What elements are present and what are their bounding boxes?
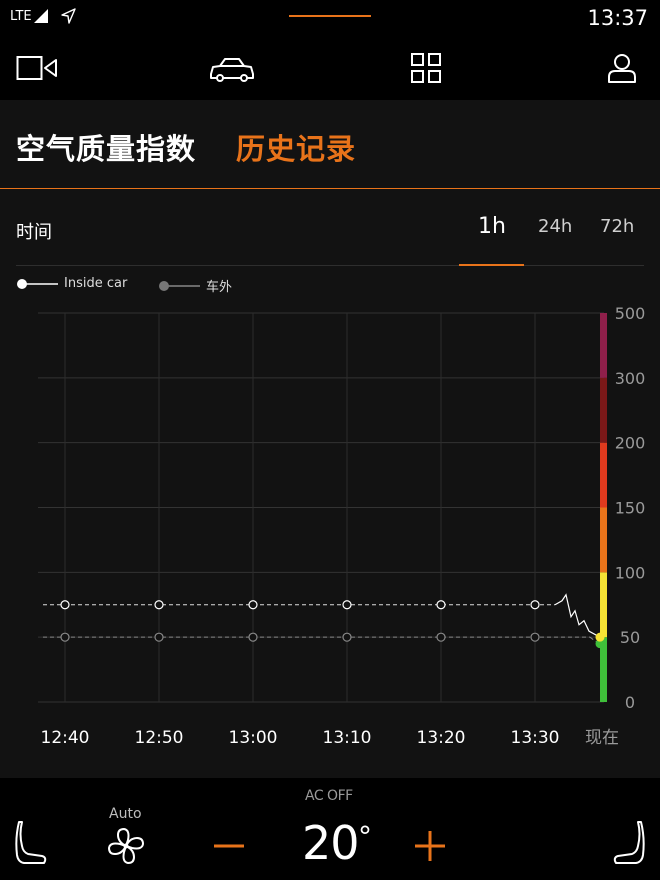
y-tick-label: 100 bbox=[615, 563, 646, 582]
y-tick-label: 0 bbox=[625, 693, 635, 712]
temp-decrease-button[interactable] bbox=[213, 826, 245, 866]
outside-series-point bbox=[154, 632, 164, 642]
fan-button[interactable] bbox=[106, 826, 146, 870]
header-tabs: 空气质量指数 历史记录 bbox=[0, 100, 660, 189]
climate-bar: Auto AC OFF 20 ° bbox=[0, 778, 660, 880]
ac-status[interactable]: AC OFF bbox=[305, 788, 353, 804]
temp-increase-button[interactable] bbox=[414, 826, 446, 866]
x-tick-label: 13:30 bbox=[511, 728, 560, 748]
driver-seat-heat-button[interactable] bbox=[14, 818, 48, 870]
fan-icon bbox=[108, 828, 144, 864]
status-clock: 13:37 bbox=[587, 6, 648, 30]
x-tick-label: 13:10 bbox=[323, 728, 372, 748]
y-tick-label: 200 bbox=[615, 434, 646, 453]
seat-heat-icon bbox=[613, 821, 645, 864]
range-selected-indicator bbox=[459, 264, 524, 266]
inside-series-tail bbox=[554, 593, 601, 638]
legend-inside-label: Inside car bbox=[64, 276, 128, 291]
outside-series-point bbox=[248, 632, 258, 642]
inside-series-point bbox=[342, 600, 352, 610]
camera-button[interactable] bbox=[16, 50, 60, 86]
car-button[interactable] bbox=[208, 50, 256, 86]
status-bar: LTE 13:37 bbox=[0, 0, 660, 36]
aqi-scale-band bbox=[600, 507, 607, 573]
apps-button[interactable] bbox=[410, 50, 442, 86]
temperature-unit: ° bbox=[358, 820, 372, 853]
passenger-seat-heat-button[interactable] bbox=[612, 818, 646, 870]
fan-mode-label: Auto bbox=[109, 806, 142, 822]
inside-series-point-current bbox=[595, 632, 605, 642]
x-tick-label: 13:20 bbox=[417, 728, 466, 748]
tab-history[interactable]: 历史记录 bbox=[236, 126, 356, 168]
aqi-scale-band bbox=[600, 572, 607, 638]
range-72h-button[interactable]: 72h bbox=[600, 216, 634, 237]
y-tick-label: 300 bbox=[615, 369, 646, 388]
y-tick-label: 50 bbox=[620, 628, 640, 647]
top-nav bbox=[0, 36, 660, 100]
x-tick-label: 12:40 bbox=[41, 728, 90, 748]
profile-button[interactable] bbox=[606, 50, 638, 86]
legend-outside-marker bbox=[159, 280, 200, 291]
temperature-value: 20 bbox=[302, 816, 360, 870]
outside-series-point bbox=[60, 632, 70, 642]
content-panel: 空气质量指数 历史记录 时间 1h 24h 72h Inside car 车外 … bbox=[0, 100, 660, 778]
seat-heat-icon bbox=[15, 821, 47, 864]
aqi-history-chart: 0 50 100 150 200 300 500 12:40 12:50 13:00 13:10 13… bbox=[38, 304, 646, 748]
aqi-scale-band bbox=[600, 377, 607, 443]
outside-series-point bbox=[530, 632, 540, 642]
drag-handle[interactable] bbox=[289, 15, 371, 17]
network-type: LTE bbox=[10, 9, 32, 24]
inside-series-point bbox=[60, 600, 70, 610]
x-tick-label: 现在 bbox=[585, 728, 619, 748]
inside-series-point bbox=[530, 600, 540, 610]
inside-series-point bbox=[248, 600, 258, 610]
camera-icon bbox=[16, 56, 57, 80]
inside-series-point bbox=[154, 600, 164, 610]
legend-inside: Inside car bbox=[16, 276, 127, 291]
x-tick-label: 12:50 bbox=[135, 728, 184, 748]
aqi-scale-band bbox=[600, 442, 607, 508]
y-tick-label: 500 bbox=[615, 304, 646, 323]
range-1h-button[interactable]: 1h bbox=[478, 214, 506, 239]
range-24h-button[interactable]: 24h bbox=[538, 216, 572, 237]
legend-outside-label: 车外 bbox=[206, 280, 233, 295]
signal-icon bbox=[34, 9, 48, 23]
outside-series-point bbox=[342, 632, 352, 642]
profile-icon bbox=[608, 54, 636, 83]
location-arrow-icon bbox=[61, 8, 76, 24]
tab-aqi[interactable]: 空气质量指数 bbox=[16, 126, 196, 168]
legend-inside-marker bbox=[17, 278, 58, 289]
inside-series-point bbox=[436, 600, 446, 610]
outside-series-point bbox=[436, 632, 446, 642]
aqi-scale-band bbox=[600, 313, 607, 378]
time-label: 时间 bbox=[16, 222, 52, 243]
x-tick-label: 13:00 bbox=[229, 728, 278, 748]
car-icon bbox=[210, 58, 254, 82]
time-range-row: 时间 1h 24h 72h bbox=[16, 190, 644, 266]
grid-icon bbox=[411, 53, 441, 83]
y-tick-label: 150 bbox=[615, 499, 646, 518]
legend-outside: 车外 bbox=[158, 276, 232, 295]
